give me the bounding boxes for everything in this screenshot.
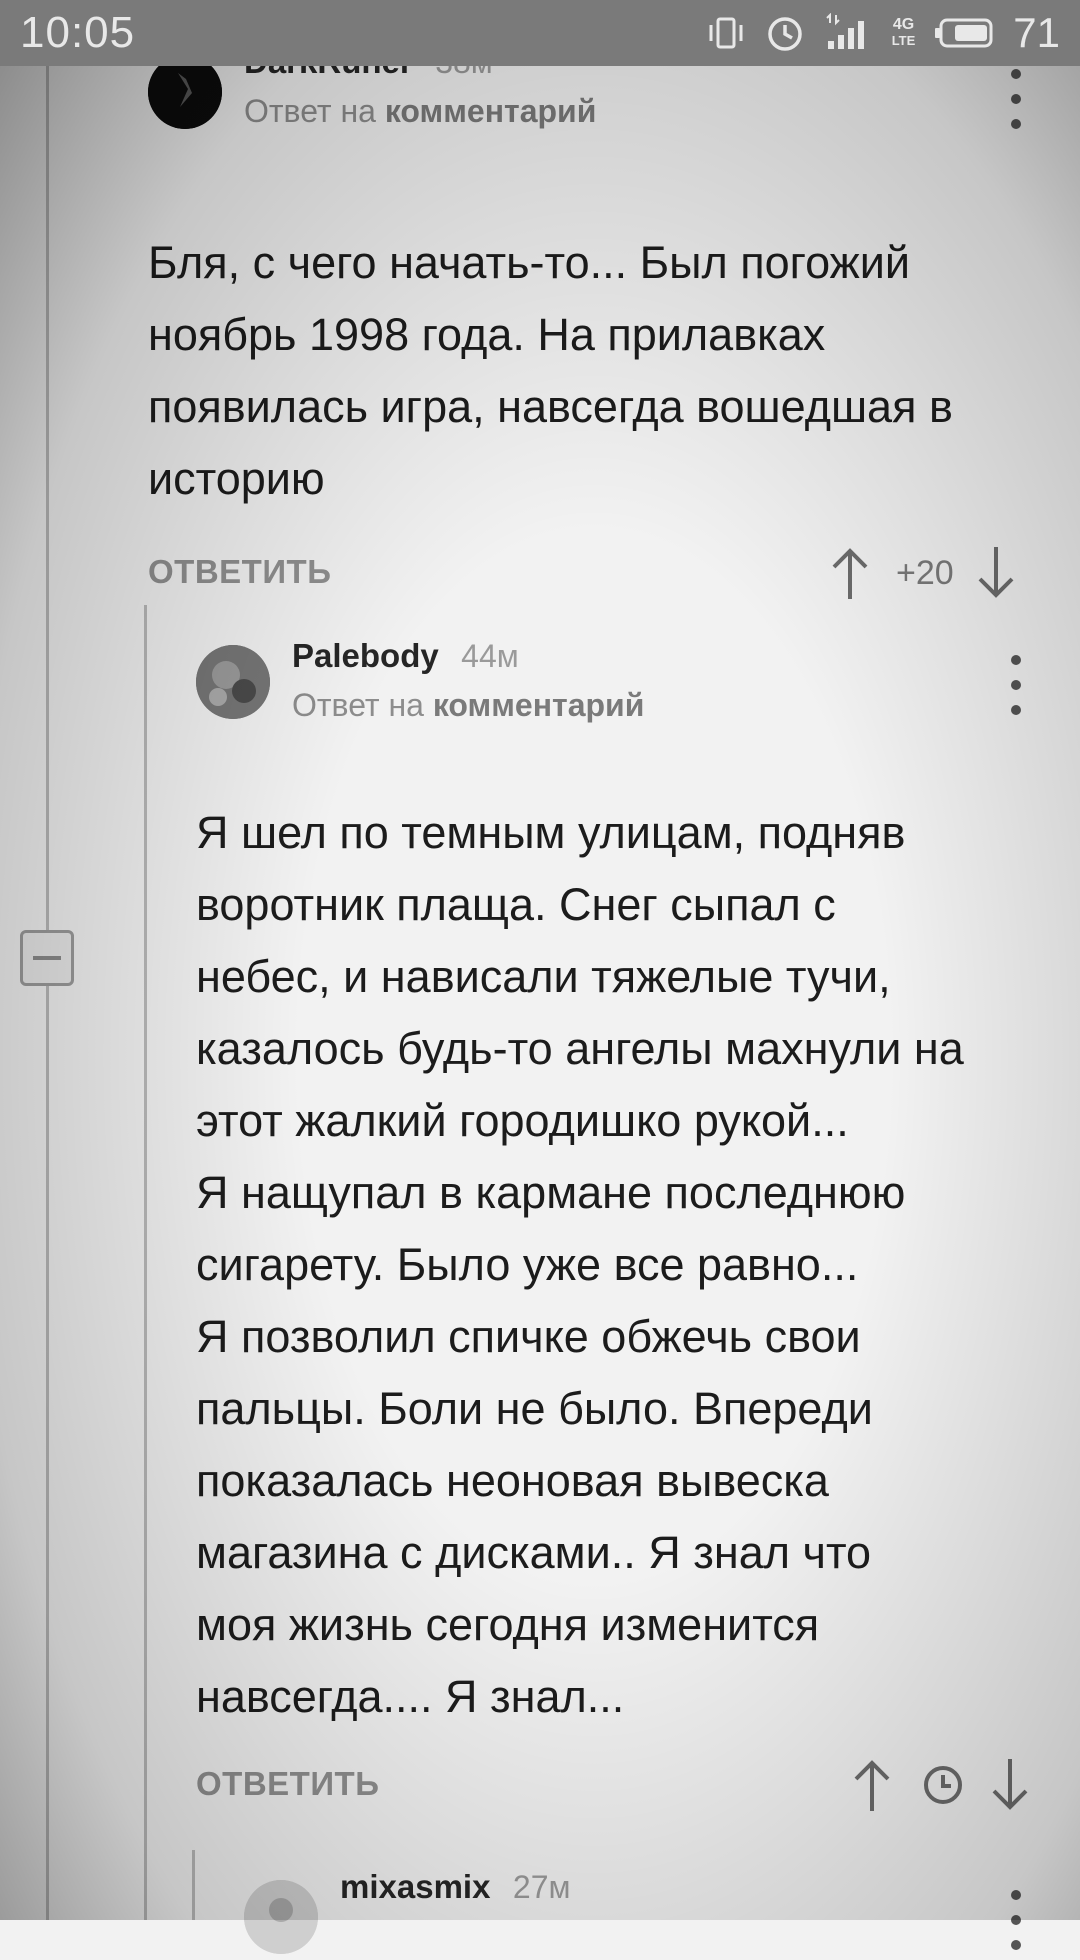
- reply-to: Ответ на комментарий: [244, 93, 596, 130]
- collapse-thread-button[interactable]: [20, 930, 74, 986]
- thread-line-third: [192, 1850, 195, 1920]
- network-label-top: 4G: [892, 16, 915, 33]
- battery-icon: [933, 16, 995, 50]
- comment-darkruner: DarkRuner 38м Ответ на комментарий Бля, …: [148, 43, 1048, 615]
- comment-actions: ОТВЕТИТЬ: [196, 1757, 1048, 1827]
- comment-body: Я шел по темным улицам, подняв воротник …: [196, 807, 964, 1722]
- avatar[interactable]: [196, 645, 270, 719]
- network-label-bottom: LTE: [891, 33, 916, 48]
- reply-prefix: Ответ на: [292, 687, 424, 723]
- alarm-icon: [764, 12, 806, 54]
- author-name[interactable]: Palebody: [292, 637, 439, 674]
- status-time: 10:05: [20, 8, 136, 57]
- comment-header: DarkRuner 38м Ответ на комментарий: [148, 43, 1048, 135]
- battery-level: 71: [1013, 9, 1060, 56]
- vibrate-icon: [706, 13, 746, 53]
- downvote-arrow-icon[interactable]: [976, 545, 1016, 601]
- avatar[interactable]: [148, 55, 222, 129]
- comment-body: Бля, с чего начать-то... Был погожий ноя…: [148, 237, 953, 504]
- status-bar: 10:05 4G LTE 71: [0, 0, 1080, 66]
- more-options-icon[interactable]: [1001, 655, 1031, 715]
- reply-to: Ответ на комментарий: [292, 687, 644, 724]
- reply-link[interactable]: комментарий: [433, 687, 645, 723]
- clock-icon: [922, 1764, 964, 1806]
- comment-time: 44м: [461, 638, 519, 674]
- lte-icon: 4G LTE: [892, 17, 916, 49]
- avatar[interactable]: [244, 1880, 318, 1954]
- status-icons: 4G LTE 71: [706, 9, 1060, 57]
- reply-button[interactable]: ОТВЕТИТЬ: [196, 1765, 379, 1803]
- more-options-icon[interactable]: [1001, 69, 1031, 129]
- more-options-icon[interactable]: [1001, 1890, 1031, 1950]
- thread-line-inner: [144, 605, 147, 1920]
- thread-line-outer: [46, 66, 49, 1920]
- author-line: Palebody 44м: [292, 637, 519, 675]
- upvote-arrow-icon[interactable]: [830, 545, 870, 601]
- minus-icon: [33, 956, 61, 960]
- comment-time: 27м: [512, 1869, 571, 1905]
- reply-button[interactable]: ОТВЕТИТЬ: [148, 553, 331, 591]
- reply-prefix: Ответ на: [244, 93, 376, 129]
- signal-icon: [824, 13, 874, 53]
- comment-actions: ОТВЕТИТЬ +20: [148, 545, 1048, 615]
- reply-link[interactable]: комментарий: [385, 93, 597, 129]
- vote-score: +20: [896, 553, 954, 592]
- comment-header: mixasmix 27м: [244, 1868, 1048, 1960]
- author-line: mixasmix 27м: [340, 1868, 570, 1906]
- downvote-arrow-icon[interactable]: [990, 1757, 1030, 1813]
- comment-palebody: Palebody 44м Ответ на комментарий Я шел …: [196, 637, 1048, 1827]
- vote-controls: +20: [830, 545, 1016, 601]
- vote-controls: [852, 1757, 1030, 1813]
- comment-mixasmix: mixasmix 27м: [244, 1868, 1048, 1960]
- author-name[interactable]: mixasmix: [340, 1868, 490, 1905]
- comment-header: Palebody 44м Ответ на комментарий: [196, 637, 1048, 725]
- upvote-arrow-icon[interactable]: [852, 1757, 892, 1813]
